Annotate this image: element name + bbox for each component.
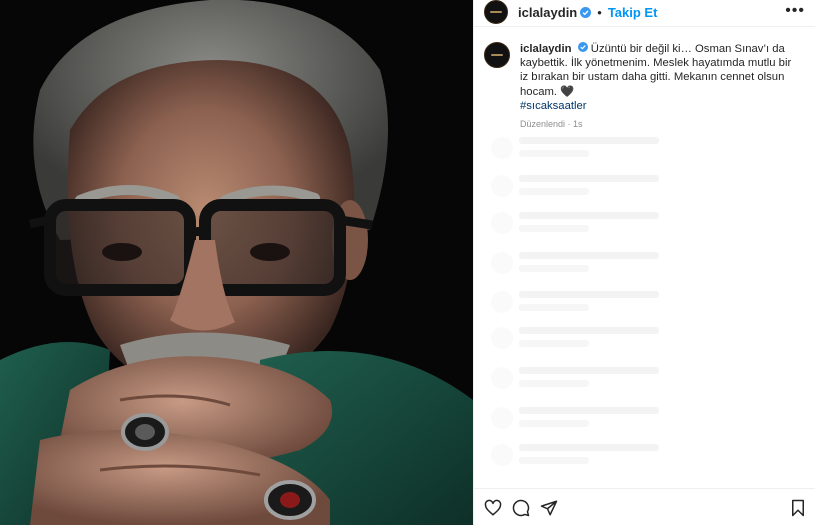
action-bar [474, 488, 815, 526]
verified-badge-icon [577, 42, 588, 52]
avatar-logo-icon [491, 54, 503, 56]
avatar[interactable] [484, 0, 508, 24]
bookmark-icon[interactable] [790, 499, 808, 517]
post-side-panel: iclalaydin • Takip Et ••• iclalaydin Üzü… [473, 0, 815, 525]
post-header: iclalaydin • Takip Et ••• [474, 0, 815, 24]
separator-dot: • [597, 4, 602, 20]
post-time[interactable]: 1s [573, 119, 583, 129]
caption-avatar[interactable] [484, 42, 510, 68]
caption: iclalaydin Üzüntü bir değil ki… Osman Sı… [484, 42, 804, 131]
comment-icon[interactable] [512, 499, 530, 517]
post-photo[interactable] [0, 0, 473, 525]
follow-button[interactable]: Takip Et [608, 5, 658, 20]
caption-meta: Düzenlendi · 1s [520, 117, 800, 131]
header-divider [474, 26, 815, 27]
verified-badge-icon [580, 6, 592, 18]
caption-body: iclalaydin Üzüntü bir değil ki… Osman Sı… [520, 42, 800, 131]
more-options-icon[interactable]: ••• [785, 3, 805, 19]
edited-label: Düzenlendi [520, 119, 566, 130]
paper-plane-icon[interactable] [540, 499, 558, 517]
username-link[interactable]: iclalaydin [518, 5, 577, 20]
portrait-image [0, 0, 473, 525]
avatar-logo-icon [490, 11, 502, 13]
hashtag-link[interactable]: #sıcaksaatler [520, 99, 800, 113]
caption-username[interactable]: iclalaydin [520, 43, 572, 55]
heart-icon[interactable] [484, 499, 502, 517]
